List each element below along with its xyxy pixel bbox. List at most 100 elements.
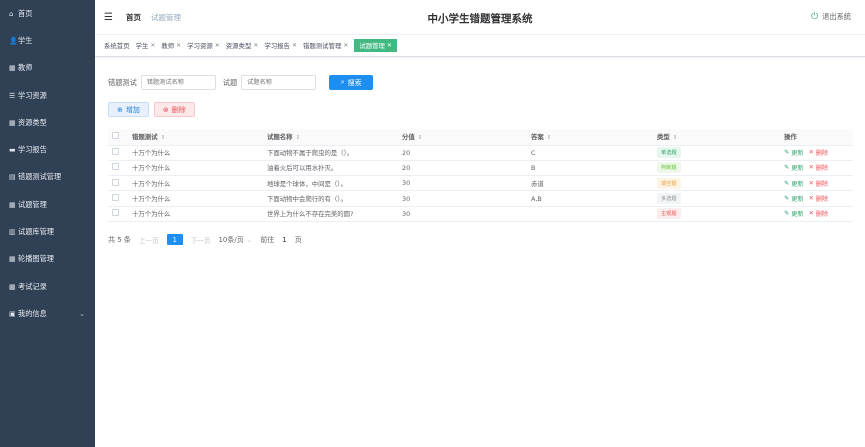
home-icon: ⌂ — [9, 9, 14, 18]
sort-icon[interactable]: ⇕ — [673, 135, 678, 141]
sidebar-item[interactable]: ▦ 轮播图管理 — [0, 246, 95, 273]
sort-icon[interactable]: ⇕ — [296, 135, 301, 141]
column-header-type[interactable]: 类型 ⇕ — [653, 129, 780, 146]
tag-label: 学生 — [135, 42, 149, 50]
table-row[interactable]: 十万个为什么 地球是个球体，中间是（）。 30 赤道 填空题 ✎ 更新 ✕ 删除 — [108, 175, 853, 192]
cell-operations: ✎ 更新 ✕ 删除 — [780, 190, 853, 207]
column-header-score[interactable]: 分值 ⇕ — [398, 129, 527, 146]
row-select-cell — [108, 190, 128, 207]
question-name-input[interactable] — [241, 75, 317, 90]
sidebar-item[interactable]: ▬ 学习报告 — [0, 136, 95, 163]
grid-icon: ▦ — [9, 282, 16, 291]
menu-toggle-icon[interactable]: ☰ — [104, 12, 113, 23]
close-icon[interactable]: ✕ — [343, 42, 348, 49]
tag-item[interactable]: 学习资源 ✕ — [187, 39, 220, 52]
sidebar-item-label: 轮播图管理 — [18, 254, 54, 264]
select-all-cell — [108, 129, 128, 146]
column-header-name[interactable]: 试题名称 ⇕ — [263, 129, 398, 146]
table-row[interactable]: 十万个为什么 下面动物中会爬行的有（）。 30 A,B 多选题 ✎ 更新 ✕ 删除 — [108, 190, 853, 207]
edit-button[interactable]: ✎ 更新 — [784, 179, 804, 188]
edit-button[interactable]: ✎ 更新 — [784, 209, 804, 218]
edit-button[interactable]: ✎ 更新 — [784, 148, 804, 157]
sidebar-item-label: 学习报告 — [18, 145, 47, 155]
sort-icon[interactable]: ⇕ — [161, 135, 166, 141]
row-checkbox[interactable] — [112, 209, 119, 217]
tag-label: 资源类型 — [225, 42, 252, 50]
sidebar-item[interactable]: ▦ 教师 — [0, 55, 95, 82]
close-icon[interactable]: ✕ — [150, 42, 155, 49]
sidebar-item[interactable]: 👤 学生 — [0, 27, 95, 54]
row-select-cell — [108, 175, 128, 192]
tag-label: 系统首页 — [104, 42, 130, 50]
cell-type: 多选题 — [653, 190, 780, 207]
next-page-button[interactable]: 下一页 — [191, 235, 211, 245]
sidebar-item-label: 教师 — [18, 63, 33, 73]
page-size-select[interactable]: 10条/页 ⌄ — [218, 235, 252, 245]
row-select-cell — [108, 206, 128, 222]
questions-table: 错题测试 ⇕ 试题名称 ⇕ 分值 ⇕ 答案 ⇕ 类型 ⇕ 操作 十万个为什么 下面动物不属于… — [108, 129, 853, 222]
delete-button[interactable]: ✕ 删除 — [809, 209, 829, 218]
table-row[interactable]: 十万个为什么 油着火后可以用水扑灭。 20 B 判断题 ✎ 更新 ✕ 删除 — [108, 160, 853, 177]
close-icon[interactable]: ✕ — [387, 42, 392, 49]
sidebar-item[interactable]: ▦ 考试记录 — [0, 273, 95, 300]
sort-icon[interactable]: ⇕ — [418, 135, 423, 141]
sidebar-item[interactable]: ▣ 我的信息 ⌄ — [0, 300, 95, 327]
type-badge: 判断题 — [657, 162, 681, 174]
edit-label: 更新 — [791, 180, 804, 188]
cell-test: 十万个为什么 — [128, 206, 263, 222]
table-row[interactable]: 十万个为什么 下面动物不属于爬虫的是（）。 20 C 单选题 ✎ 更新 ✕ 删除 — [108, 145, 853, 161]
cell-question-name: 下面动物中会爬行的有（）。 — [263, 190, 398, 207]
row-checkbox[interactable] — [112, 194, 119, 202]
page-size-value: 10条/页 — [218, 235, 244, 244]
close-icon[interactable]: ✕ — [215, 42, 220, 49]
logout-button[interactable]: ⏻ 退出系统 — [811, 12, 851, 22]
batch-delete-button[interactable]: ⊗ 删除 — [153, 102, 195, 117]
select-all-checkbox[interactable] — [112, 132, 119, 140]
search-button[interactable]: ⌕ 搜索 — [329, 75, 374, 90]
delete-button[interactable]: ✕ 删除 — [809, 148, 829, 157]
row-checkbox[interactable] — [112, 148, 119, 156]
tag-item[interactable]: 学习报告 ✕ — [264, 39, 297, 52]
tag-item[interactable]: 教师 ✕ — [161, 39, 181, 52]
sidebar-item[interactable]: ⌂ 首页 — [0, 0, 95, 27]
column-header-test[interactable]: 错题测试 ⇕ — [128, 129, 263, 146]
close-icon[interactable]: ✕ — [176, 42, 181, 49]
tag-item[interactable]: 试题管理 ✕ — [354, 39, 397, 52]
cell-score: 30 — [398, 190, 527, 207]
sidebar-item-label: 考试记录 — [18, 281, 47, 291]
sidebar-item[interactable]: ▦ 资源类型 — [0, 109, 95, 136]
breadcrumb-home[interactable]: 首页 — [126, 12, 141, 23]
page-number-current[interactable]: 1 — [166, 234, 183, 245]
tag-item[interactable]: 系统首页 — [104, 39, 130, 52]
close-icon[interactable]: ✕ — [292, 42, 297, 49]
grid-icon: ▦ — [9, 255, 16, 264]
sidebar-item[interactable]: ▤ 错题测试管理 — [0, 164, 95, 191]
goto-label: 前往 — [260, 235, 275, 244]
sidebar-item[interactable]: ☰ 学习资源 — [0, 82, 95, 109]
cell-question-name: 世界上为什么不存在完美的圆? — [263, 206, 398, 222]
prev-page-button[interactable]: 上一页 — [139, 235, 159, 245]
table-row[interactable]: 十万个为什么 世界上为什么不存在完美的圆? 30 主观题 ✎ 更新 ✕ 删除 — [108, 206, 853, 222]
delete-button[interactable]: ✕ 删除 — [809, 179, 829, 188]
delete-button[interactable]: ✕ 删除 — [809, 194, 829, 203]
edit-button[interactable]: ✎ 更新 — [784, 163, 804, 172]
delete-button[interactable]: ✕ 删除 — [809, 163, 829, 172]
tag-item[interactable]: 学生 ✕ — [136, 39, 156, 52]
cell-test: 十万个为什么 — [128, 145, 263, 161]
tag-item[interactable]: 资源类型 ✕ — [226, 39, 259, 52]
column-header-answer[interactable]: 答案 ⇕ — [527, 129, 653, 146]
test-name-input[interactable] — [140, 75, 216, 90]
goto-page-input[interactable]: 1 — [282, 236, 286, 244]
cell-answer: C — [527, 145, 653, 161]
sort-icon[interactable]: ⇕ — [547, 135, 552, 141]
tag-item[interactable]: 错题测试管理 ✕ — [303, 39, 348, 52]
close-icon[interactable]: ✕ — [253, 42, 258, 49]
sidebar-item[interactable]: ▥ 试题库管理 — [0, 218, 95, 245]
row-select-cell — [108, 160, 128, 177]
sidebar-item[interactable]: ▦ 试题管理 — [0, 191, 95, 218]
add-button[interactable]: ⊕ 增加 — [108, 102, 149, 117]
cell-question-name: 地球是个球体，中间是（）。 — [263, 175, 398, 192]
row-checkbox[interactable] — [112, 163, 119, 171]
edit-button[interactable]: ✎ 更新 — [784, 194, 804, 203]
row-checkbox[interactable] — [112, 178, 119, 186]
